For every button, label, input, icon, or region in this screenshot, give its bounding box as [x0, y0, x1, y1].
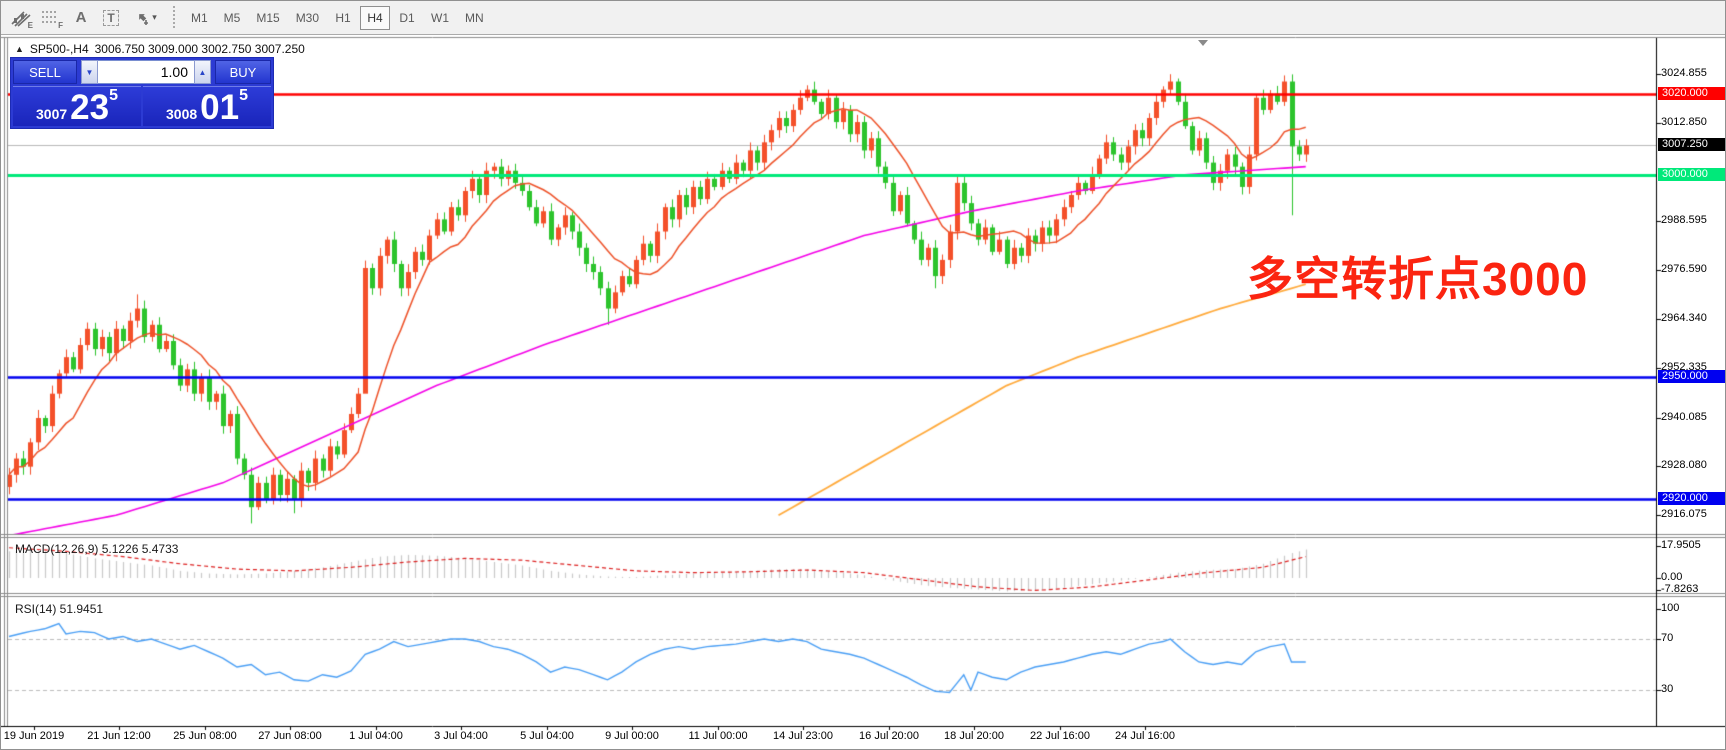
rsi-axis-tick: 70 [1661, 632, 1673, 644]
time-axis-label: 1 Jul 04:00 [349, 730, 403, 742]
price-axis-tick: 3024.855 [1661, 67, 1707, 79]
price-axis-tick: 2988.595 [1661, 214, 1707, 226]
volume-input[interactable] [98, 60, 194, 84]
macd-axis-tick: 17.9505 [1661, 539, 1701, 551]
macd-axis-tick: -7.8263 [1661, 583, 1698, 595]
buy-button[interactable]: BUY [215, 60, 271, 84]
buy-price-sup: 5 [239, 89, 248, 103]
time-axis-label: 22 Jul 16:00 [1030, 730, 1090, 742]
current-price-label: 3007.250 [1658, 138, 1726, 151]
rsi-axis-tick: 100 [1661, 602, 1679, 614]
time-axis-label: 18 Jul 20:00 [944, 730, 1004, 742]
sell-button[interactable]: SELL [13, 60, 77, 84]
time-axis-label: 5 Jul 04:00 [520, 730, 574, 742]
time-axis-label: 19 Jun 2019 [4, 730, 65, 742]
time-axis-label: 16 Jul 20:00 [859, 730, 919, 742]
timeframe-button-group: M1M5M15M30H1H4D1W1MN [184, 6, 493, 30]
time-axis-label: 25 Jun 08:00 [173, 730, 237, 742]
volume-decrease-button[interactable]: ▼ [81, 60, 98, 84]
text-tool-icon[interactable]: T [97, 5, 125, 31]
time-axis-label: 27 Jun 08:00 [258, 730, 322, 742]
buy-price-prefix: 3008 [166, 104, 197, 124]
terminal-window: E F A T ▾ M1M5M15M30H1H4D1W1MN ▲ SP500-,… [0, 0, 1726, 750]
symbol-timeframe-label: SP500-,H4 [30, 42, 89, 56]
chevron-down-icon: ▾ [152, 12, 157, 23]
price-axis-tick: 2976.590 [1661, 263, 1707, 275]
arrows-tool-icon[interactable]: ▾ [127, 5, 165, 31]
price-axis-tick: 2964.340 [1661, 312, 1707, 324]
equidistant-channel-tool-icon[interactable]: E [7, 5, 35, 31]
rsi-indicator-label: RSI(14) 51.9451 [15, 602, 103, 616]
volume-increase-button[interactable]: ▲ [194, 60, 211, 84]
price-axis-tick: 2928.080 [1661, 459, 1707, 471]
timeframe-button-mn[interactable]: MN [458, 6, 491, 30]
timeframe-button-h1[interactable]: H1 [328, 6, 358, 30]
price-axis-tick: 2916.075 [1661, 508, 1707, 520]
timeframe-button-d1[interactable]: D1 [392, 6, 422, 30]
toolbar-separator[interactable] [171, 6, 178, 30]
tool-sub-label: F [58, 21, 63, 30]
tool-sub-label: E [28, 21, 33, 30]
fibonacci-retracement-tool-icon[interactable]: F [37, 5, 65, 31]
timeframe-button-m1[interactable]: M1 [184, 6, 215, 30]
buy-price-display[interactable]: 3008 01 5 [143, 86, 271, 126]
macd-axis-tick: 0.00 [1661, 571, 1682, 583]
time-axis-label: 3 Jul 04:00 [434, 730, 488, 742]
text-label-tool-icon[interactable]: A [67, 5, 95, 31]
time-axis-label: 14 Jul 23:00 [773, 730, 833, 742]
one-click-trading-panel: SELL ▼ ▲ BUY 3007 23 5 3008 01 5 [10, 57, 274, 129]
timeframe-button-m15[interactable]: M15 [249, 6, 286, 30]
sell-price-sup: 5 [109, 89, 118, 103]
price-axis-tick: 3012.850 [1661, 116, 1707, 128]
price-line-label: 2920.000 [1658, 492, 1726, 505]
timeframe-button-h4[interactable]: H4 [360, 6, 390, 30]
price-axis-tick: 2940.085 [1661, 411, 1707, 423]
chart-shift-marker-icon[interactable] [1198, 40, 1208, 46]
buy-price-big: 01 [200, 92, 239, 124]
time-axis-label: 11 Jul 00:00 [688, 730, 747, 742]
timeframe-button-m30[interactable]: M30 [289, 6, 326, 30]
macd-indicator-label: MACD(12,26,9) 5.1226 5.4733 [15, 542, 178, 556]
sell-price-big: 23 [70, 92, 109, 124]
time-axis-label: 9 Jul 00:00 [605, 730, 659, 742]
sell-price-display[interactable]: 3007 23 5 [13, 86, 141, 126]
ohlc-values: 3006.750 3009.000 3002.750 3007.250 [95, 42, 305, 56]
chart-annotation-text[interactable]: 多空转折点3000 [1247, 243, 1588, 309]
price-line-label: 3000.000 [1658, 168, 1726, 181]
time-axis-label: 24 Jul 16:00 [1115, 730, 1175, 742]
rsi-axis-tick: 30 [1661, 683, 1673, 695]
time-axis-label: 21 Jun 12:00 [87, 730, 151, 742]
price-line-label: 3020.000 [1658, 87, 1726, 100]
timeframe-button-w1[interactable]: W1 [424, 6, 456, 30]
price-line-label: 2950.000 [1658, 370, 1726, 383]
sell-price-prefix: 3007 [36, 104, 67, 124]
timeframe-button-m5[interactable]: M5 [217, 6, 248, 30]
collapse-arrow-icon[interactable]: ▲ [15, 44, 24, 54]
toolbar: E F A T ▾ M1M5M15M30H1H4D1W1MN [1, 1, 1726, 35]
quote-header[interactable]: ▲ SP500-,H4 3006.750 3009.000 3002.750 3… [15, 42, 305, 56]
